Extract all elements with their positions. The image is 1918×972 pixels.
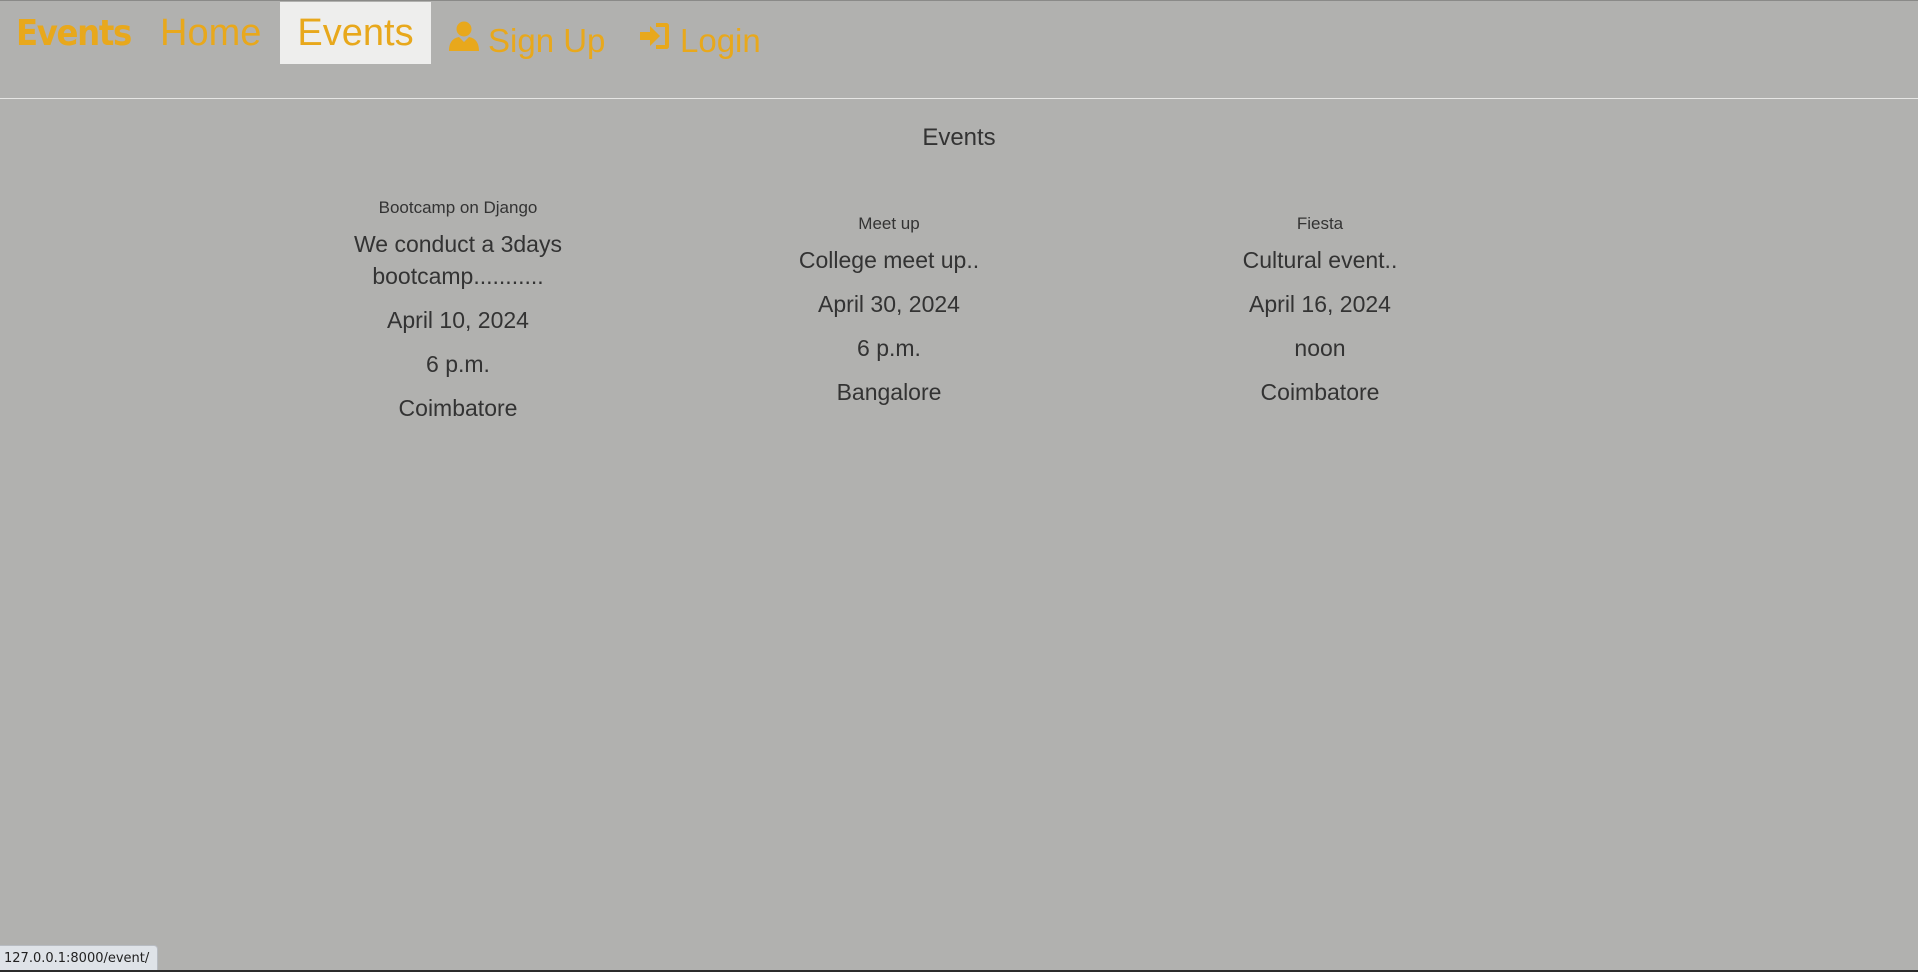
event-date: April 30, 2024 <box>818 291 960 317</box>
event-time: 6 p.m. <box>857 335 921 361</box>
nav-login-link[interactable]: Login <box>638 18 761 64</box>
events-list: Bootcamp on Django We conduct a 3days bo… <box>0 176 1918 446</box>
nav-signup-link[interactable]: Sign Up <box>448 18 605 64</box>
nav-events-link[interactable]: Events <box>280 2 431 64</box>
event-description: Cultural event.. <box>1242 247 1398 273</box>
status-bar-url: 127.0.0.1:8000/event/ <box>0 945 159 972</box>
user-icon <box>448 18 480 64</box>
event-card: Bootcamp on Django We conduct a 3days bo… <box>298 176 618 446</box>
brand-logo[interactable]: Events <box>16 8 132 60</box>
navbar: Events Home Events Sign Up Login <box>0 0 1918 99</box>
event-time: 6 p.m. <box>426 351 490 377</box>
login-icon <box>638 18 672 64</box>
event-card: Meet up College meet up.. April 30, 2024… <box>729 176 1049 446</box>
event-time: noon <box>1294 335 1346 361</box>
event-name: Fiesta <box>1296 214 1344 233</box>
page-title: Events <box>922 124 996 151</box>
event-name: Meet up <box>858 214 920 233</box>
event-location: Coimbatore <box>1260 379 1380 405</box>
nav-login-label: Login <box>680 22 761 59</box>
event-card: Fiesta Cultural event.. April 16, 2024 n… <box>1160 176 1480 446</box>
nav-signup-label: Sign Up <box>488 22 606 59</box>
event-description: We conduct a 3days bootcamp........... <box>354 231 562 289</box>
event-location: Coimbatore <box>398 395 518 421</box>
event-description: College meet up.. <box>798 247 980 273</box>
nav-home-link[interactable]: Home <box>160 8 261 58</box>
event-date: April 10, 2024 <box>387 307 529 333</box>
event-location: Bangalore <box>836 379 942 405</box>
event-name: Bootcamp on Django <box>378 198 538 217</box>
event-date: April 16, 2024 <box>1249 291 1391 317</box>
